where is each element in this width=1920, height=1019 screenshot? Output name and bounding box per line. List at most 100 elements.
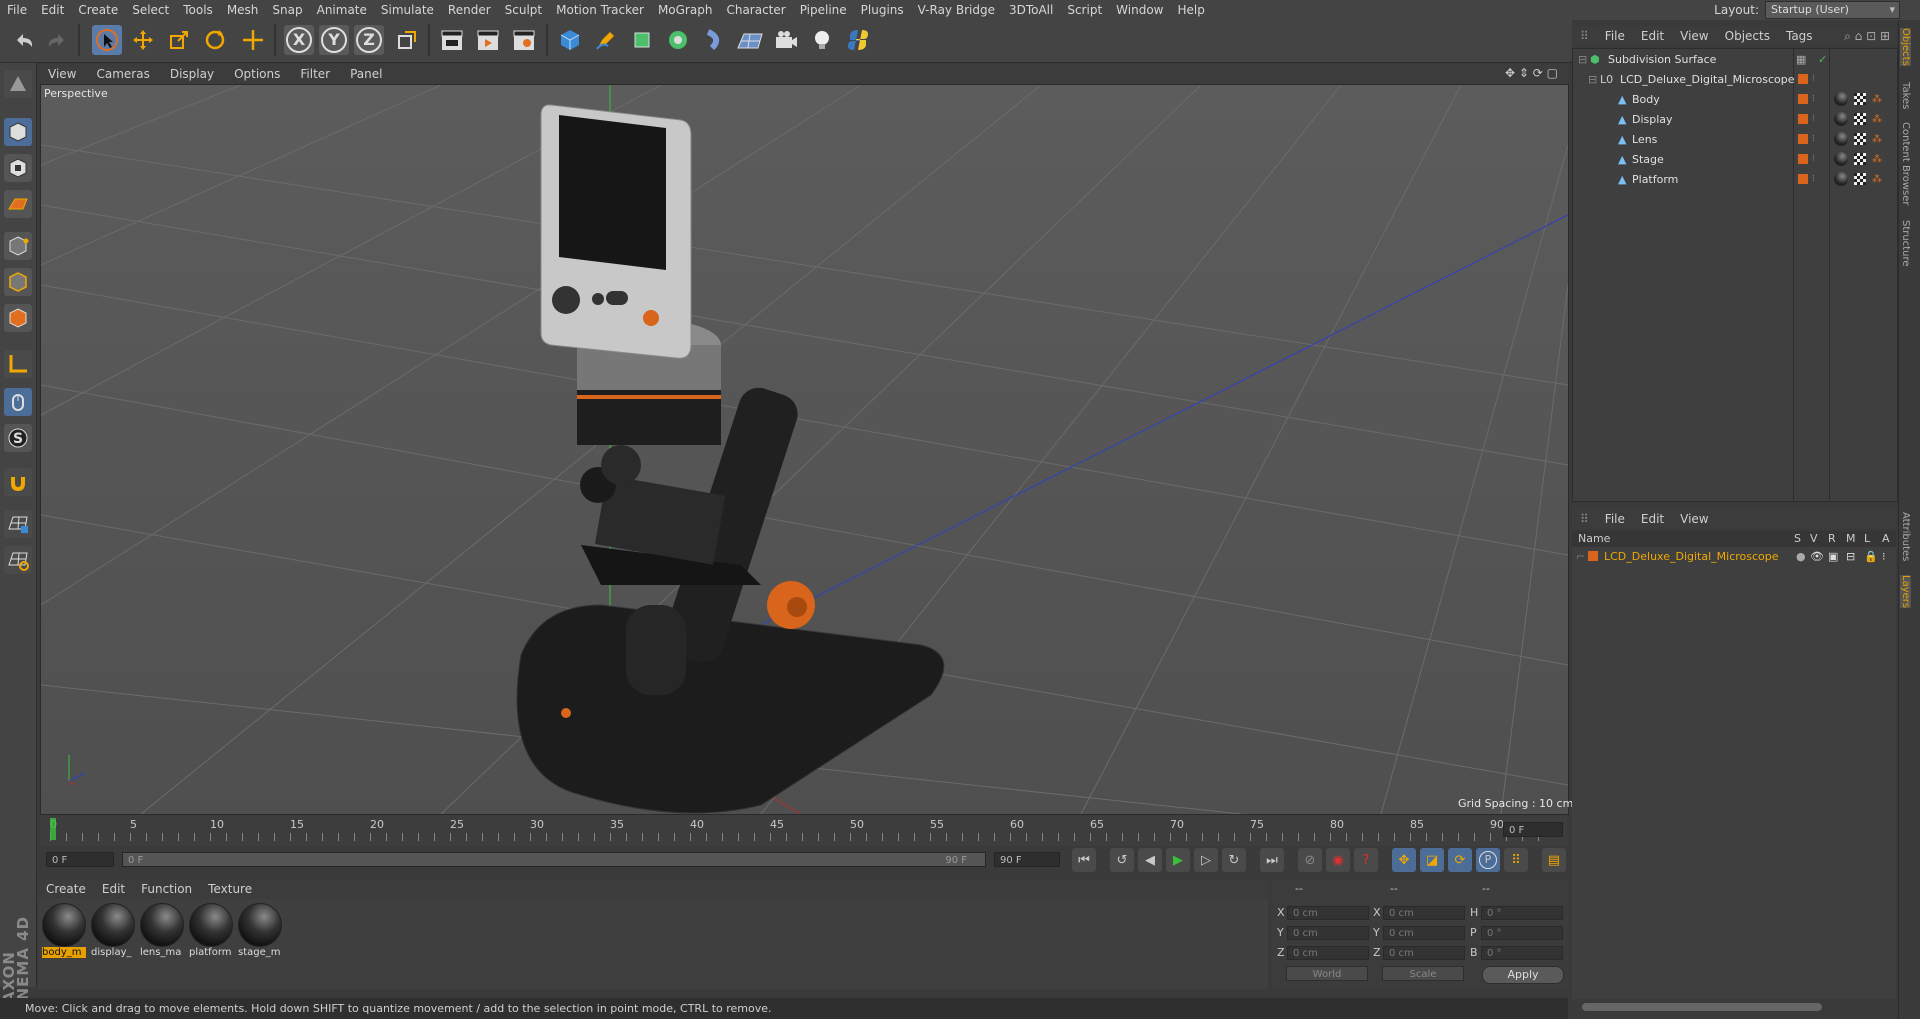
position-x-field[interactable]: 0 cm [1287, 906, 1369, 920]
object-manager-search-icon[interactable]: ⌕ ⌂ ⊡ ⊞ [1844, 29, 1896, 44]
material-tag-icon[interactable] [1834, 112, 1848, 126]
undo-button[interactable] [9, 25, 39, 55]
layer-color-swatch[interactable] [1798, 134, 1808, 144]
magnet-button[interactable] [4, 468, 32, 496]
selection-tag-icon[interactable]: ⁂ [1872, 170, 1882, 189]
live-selection-button[interactable] [92, 25, 122, 55]
object-row-body[interactable]: ▲ Body ⁝ ⁂ [1574, 90, 1894, 109]
material-menu-texture[interactable]: Texture [200, 882, 260, 896]
layer-scrollbar-thumb[interactable] [1582, 1003, 1822, 1011]
manager-icon[interactable]: ⊟ [1846, 547, 1855, 566]
material-swatch[interactable]: display_ [91, 903, 135, 959]
goto-prev-key-button[interactable]: ↺ [1110, 848, 1134, 872]
keyframe-selection-button[interactable]: ? [1354, 848, 1378, 872]
viewport-menu-cameras[interactable]: Cameras [86, 67, 159, 81]
visibility-dots-icon[interactable]: ⁝ [1812, 90, 1815, 109]
add-array-button[interactable] [663, 25, 693, 55]
visibility-dots-icon[interactable]: ⁝ [1812, 150, 1815, 169]
solo-icon[interactable]: ● [1796, 547, 1806, 566]
goto-next-key-button[interactable]: ↻ [1222, 848, 1246, 872]
axis-z-button[interactable]: Z [354, 25, 384, 55]
selection-tag-icon[interactable]: ⁂ [1872, 90, 1882, 109]
add-light-button[interactable] [807, 25, 837, 55]
preview-range-slider[interactable]: 0 F 90 F [122, 852, 986, 867]
material-menu-edit[interactable]: Edit [94, 882, 133, 896]
move-tool-button[interactable] [128, 25, 158, 55]
selection-tag-icon[interactable]: ⁂ [1872, 130, 1882, 149]
menu-pipeline[interactable]: Pipeline [793, 0, 854, 20]
add-spline-pen-button[interactable] [591, 25, 621, 55]
side-tab-takes[interactable]: Takes [1900, 82, 1911, 109]
timeline-window-button[interactable]: ▤ [1542, 848, 1566, 872]
menu-render[interactable]: Render [441, 0, 498, 20]
apply-button[interactable]: Apply [1482, 966, 1564, 984]
menu-file[interactable]: File [0, 0, 34, 20]
selection-tag-icon[interactable]: ⁂ [1872, 150, 1882, 169]
key-scale-button[interactable]: ◪ [1420, 848, 1444, 872]
add-deformer-button[interactable] [699, 25, 729, 55]
add-camera-button[interactable] [771, 25, 801, 55]
rotation-p-field[interactable]: 0 ° [1481, 926, 1563, 940]
material-menu-create[interactable]: Create [38, 882, 94, 896]
side-tab-layers[interactable]: Layers [1900, 575, 1911, 609]
polygons-mode-button[interactable] [4, 304, 32, 332]
material-swatch[interactable]: lens_ma [140, 903, 184, 959]
rotate-tool-button[interactable] [200, 25, 230, 55]
layer-color-swatch[interactable] [1588, 551, 1598, 561]
render-icon[interactable]: ▣ [1828, 547, 1838, 566]
side-tab-attributes[interactable]: Attributes [1900, 512, 1911, 561]
record-keys-button[interactable]: ⊘ [1298, 848, 1322, 872]
object-row-microscope-null[interactable]: ⊟ L0 LCD_Deluxe_Digital_Microscope ⁝ [1574, 70, 1894, 89]
texture-mode-button[interactable] [4, 154, 32, 182]
layer-color-swatch[interactable] [1798, 154, 1808, 164]
axis-x-button[interactable]: X [284, 25, 314, 55]
goto-prev-frame-button[interactable]: ◀ [1138, 848, 1162, 872]
key-rotation-button[interactable]: ⟳ [1448, 848, 1472, 872]
material-menu-function[interactable]: Function [133, 882, 200, 896]
model-mode-button[interactable] [4, 118, 32, 146]
size-mode-select[interactable]: Scale [1382, 966, 1464, 981]
viewport-menu-options[interactable]: Options [224, 67, 290, 81]
playhead[interactable] [50, 818, 56, 840]
timeline-ruler[interactable]: 0 5 10 15 20 25 30 35 40 45 50 55 60 65 … [40, 815, 1567, 846]
lock-workplane-button[interactable] [4, 510, 32, 538]
redo-button[interactable] [42, 25, 72, 55]
render-settings-button[interactable] [509, 25, 539, 55]
material-swatch[interactable]: platform [189, 903, 233, 959]
object-menu-view[interactable]: View [1672, 29, 1716, 43]
play-button[interactable]: ▶ [1166, 848, 1190, 872]
layout-select[interactable]: Startup (User) [1765, 1, 1900, 19]
viewport-menu-view[interactable]: View [38, 67, 86, 81]
object-menu-edit[interactable]: Edit [1633, 29, 1672, 43]
key-pla-button[interactable]: ⠿ [1504, 848, 1528, 872]
menu-help[interactable]: Help [1170, 0, 1211, 20]
size-z-field[interactable]: 0 cm [1383, 946, 1465, 960]
menu-simulate[interactable]: Simulate [374, 0, 441, 20]
viewport-menu-filter[interactable]: Filter [290, 67, 340, 81]
viewport-nav-icons[interactable]: ✥ ⇕ ⟳ ▢ [1505, 66, 1558, 80]
goto-next-frame-button[interactable]: ▷ [1194, 848, 1218, 872]
end-frame-field[interactable]: 90 F [994, 852, 1060, 867]
selection-tag-icon[interactable]: ⁂ [1872, 110, 1882, 129]
rotation-b-field[interactable]: 0 ° [1481, 946, 1563, 960]
menu-edit[interactable]: Edit [34, 0, 71, 20]
menu-mesh[interactable]: Mesh [220, 0, 266, 20]
uvw-tag-icon[interactable] [1854, 173, 1866, 185]
menu-window[interactable]: Window [1109, 0, 1170, 20]
add-cube-button[interactable] [555, 25, 585, 55]
side-tab-structure[interactable]: Structure [1900, 220, 1911, 267]
python-script-button[interactable] [843, 25, 873, 55]
object-row-lens[interactable]: ▲ Lens ⁝ ⁂ [1574, 130, 1894, 149]
menu-create[interactable]: Create [71, 0, 125, 20]
material-tag-icon[interactable] [1834, 132, 1848, 146]
tweak-mode-button[interactable] [4, 388, 32, 416]
object-menu-file[interactable]: File [1597, 29, 1633, 43]
lock-icon[interactable]: 🔒 [1864, 547, 1878, 566]
layer-row[interactable]: ⌐ LCD_Deluxe_Digital_Microscope ● 👁 ▣ ⊟ … [1574, 547, 1894, 566]
object-row-subdivision-surface[interactable]: ⊟ ⬢ Subdivision Surface ▦ ✓ [1574, 50, 1894, 69]
visibility-dots-icon[interactable]: ⁝ [1812, 110, 1815, 129]
add-floor-button[interactable] [735, 25, 765, 55]
menu-character[interactable]: Character [719, 0, 792, 20]
menu-mograph[interactable]: MoGraph [651, 0, 720, 20]
rotation-h-field[interactable]: 0 ° [1481, 906, 1563, 920]
